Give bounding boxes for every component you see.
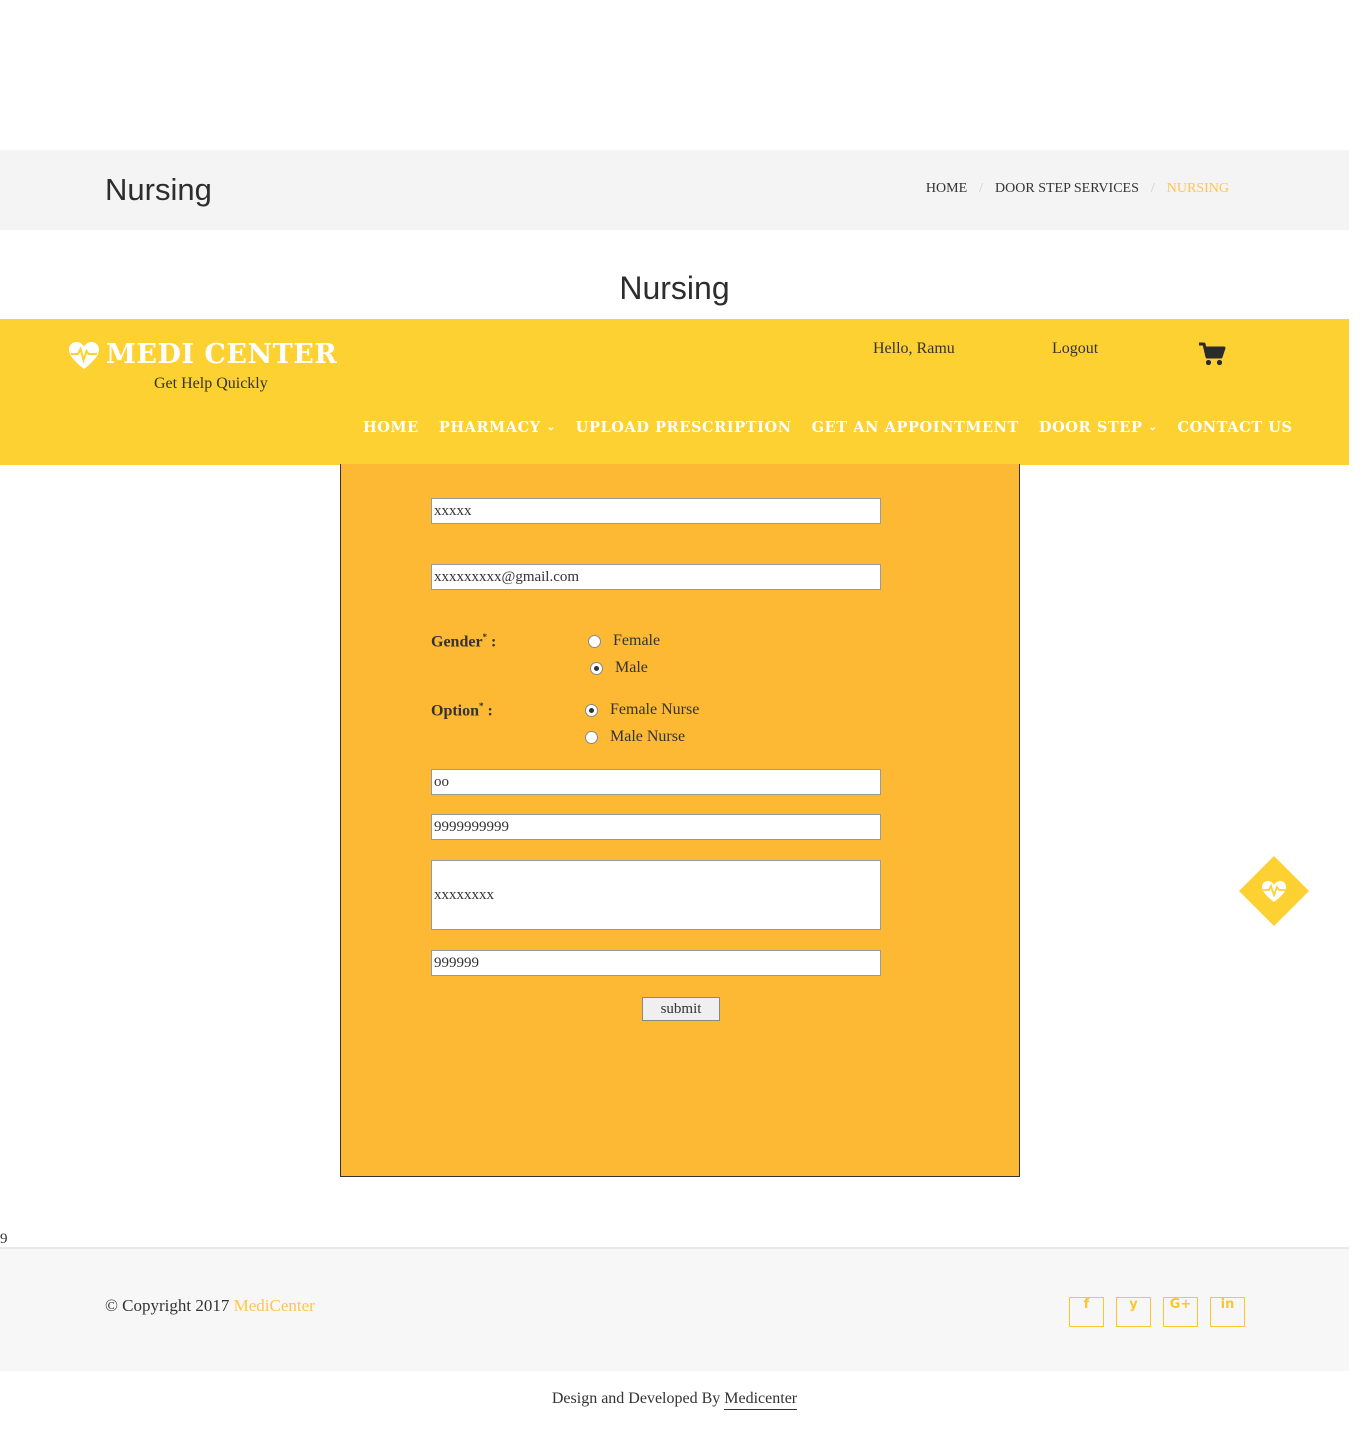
main-nav: HOME PHARMACY ⌄ UPLOAD PRESCRIPTION GET A… [363,419,1313,436]
footer: © Copyright 2017 MediCenter f y G+ in [0,1247,1349,1371]
site-header: MEDI CENTER Get Help Quickly Hello, Ramu… [0,319,1349,465]
chevron-down-icon: ⌄ [546,422,556,433]
phone-input[interactable]: 9999999999 [431,814,881,840]
nav-upload-prescription[interactable]: UPLOAD PRESCRIPTION [576,419,792,436]
gender-male-radio[interactable] [590,661,603,675]
logo[interactable]: MEDI CENTER Get Help Quickly [68,339,337,399]
heart-pulse-badge-icon[interactable] [1239,856,1309,926]
option-label: Option* : [431,701,493,720]
email-input[interactable]: xxxxxxxxx@gmail.com [431,564,881,590]
breadcrumb-separator: / [979,181,984,196]
nav-pharmacy[interactable]: PHARMACY ⌄ [439,419,556,436]
submit-button[interactable]: submit [642,997,720,1021]
heart-pulse-icon [69,342,99,369]
nav-contact-us[interactable]: CONTACT US [1177,419,1292,436]
breadcrumb-door-step-services[interactable]: DOOR STEP SERVICES [995,181,1139,197]
name-input[interactable]: xxxxx [431,498,881,524]
credit-line: Design and Developed By Medicenter [0,1390,1349,1410]
pincode-input[interactable]: 999999 [431,950,881,976]
chevron-down-icon: ⌄ [1148,422,1158,433]
linkedin-icon[interactable]: in [1210,1297,1245,1327]
breadcrumb: HOME / DOOR STEP SERVICES / NURSING [926,181,1229,197]
section-title: Nursing [619,270,730,306]
credit-link[interactable]: Medicenter [724,1390,798,1410]
nursing-form: xxxxx xxxxxxxxx@gmail.com Gender* : Fema… [340,464,1020,1177]
logout-link[interactable]: Logout [1052,340,1098,358]
nav-home[interactable]: HOME [363,419,419,436]
breadcrumb-nursing: NURSING [1166,181,1229,196]
breadcrumb-separator: / [1150,181,1155,196]
stray-text: 9 [0,1231,8,1247]
shopping-cart-icon[interactable] [1198,341,1226,367]
gender-female-radio[interactable] [588,634,601,648]
google-plus-icon[interactable]: G+ [1163,1297,1198,1327]
female-nurse-option[interactable]: Female Nurse [585,701,699,719]
male-nurse-option[interactable]: Male Nurse [585,728,685,746]
copyright: © Copyright 2017 MediCenter [105,1296,315,1315]
address-textarea[interactable]: xxxxxxxx [431,860,881,930]
brand-name: MEDI CENTER [106,339,338,370]
breadcrumb-home[interactable]: HOME [926,181,967,197]
page-title-bar: Nursing HOME / DOOR STEP SERVICES / NURS… [0,150,1349,230]
twitter-icon[interactable]: y [1116,1297,1151,1327]
gender-male-option[interactable]: Male [590,659,648,677]
female-nurse-radio[interactable] [585,703,598,717]
user-greeting: Hello, Ramu [873,340,955,357]
facebook-icon[interactable]: f [1069,1297,1104,1327]
gender-female-option[interactable]: Female [588,632,660,650]
copyright-brand-link[interactable]: MediCenter [234,1296,315,1315]
page-title: Nursing [105,172,212,207]
age-input[interactable]: oo [431,769,881,795]
social-links: f y G+ in [1069,1297,1245,1327]
male-nurse-radio[interactable] [585,730,598,744]
nav-get-appointment[interactable]: GET AN APPOINTMENT [812,419,1019,436]
nav-door-step[interactable]: DOOR STEP ⌄ [1039,419,1158,436]
tagline: Get Help Quickly [154,375,268,392]
gender-label: Gender* : [431,632,497,651]
